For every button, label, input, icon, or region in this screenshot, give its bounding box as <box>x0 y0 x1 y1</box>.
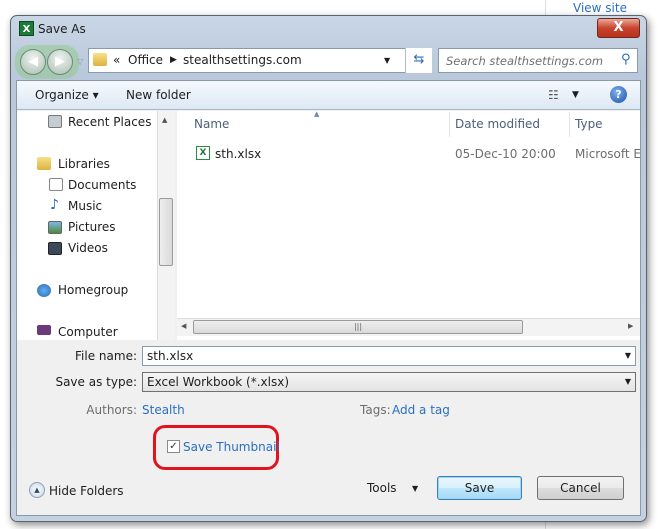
help-button[interactable]: ? <box>610 86 627 103</box>
music-icon: ♪ <box>50 197 59 213</box>
sidebar-item-libraries[interactable]: Libraries <box>58 157 110 171</box>
save-as-type-label: Save as type: <box>55 375 137 389</box>
dialog-title: Save As <box>38 22 86 36</box>
hide-folders-button[interactable]: Hide Folders <box>49 484 124 498</box>
view-dropdown-icon[interactable]: ▼ <box>572 90 579 100</box>
column-header-date-modified[interactable]: Date modified <box>455 117 540 131</box>
sidebar-item-homegroup[interactable]: Homegroup <box>58 283 128 297</box>
file-type-cell: Microsoft Ex <box>575 147 640 161</box>
breadcrumb-current[interactable]: stealthsettings.com <box>183 53 302 67</box>
tools-dropdown-icon[interactable]: ▼ <box>412 484 418 493</box>
chevron-up-icon[interactable]: ▲ <box>29 482 45 498</box>
back-button[interactable]: ◀ <box>20 49 46 75</box>
search-input[interactable]: Search stealthsettings.com <box>438 48 638 73</box>
file-name-input[interactable]: sth.xlsx ▼ <box>142 346 636 366</box>
view-site-link[interactable]: View site <box>573 1 627 15</box>
chevron-down-icon[interactable]: ▼ <box>625 351 631 360</box>
documents-icon <box>49 178 63 191</box>
file-date-cell: 05-Dec-10 20:00 <box>455 147 556 161</box>
column-header-type[interactable]: Type <box>575 117 603 131</box>
sidebar-item-music[interactable]: Music <box>68 199 102 213</box>
save-button[interactable]: Save <box>437 476 522 500</box>
file-name-cell[interactable]: sth.xlsx <box>215 147 261 161</box>
scroll-up-icon[interactable]: ▲ <box>162 116 167 124</box>
sort-ascending-icon: ▲ <box>314 110 320 118</box>
save-thumbnail-checkbox[interactable]: ✓ <box>167 440 180 453</box>
search-icon[interactable]: ⚲ <box>621 52 631 67</box>
scroll-left-icon[interactable]: ◀ <box>181 322 186 330</box>
breadcrumb-separator-icon[interactable]: ▶ <box>170 55 177 65</box>
file-name-label: File name: <box>75 349 137 363</box>
forward-button[interactable]: ▶ <box>47 49 73 75</box>
nav-pane-scroll-thumb[interactable] <box>159 198 173 266</box>
sidebar-item-documents[interactable]: Documents <box>68 178 136 192</box>
authors-field[interactable]: Stealth <box>142 403 185 417</box>
new-folder-button[interactable]: New folder <box>126 88 191 102</box>
breadcrumb-office[interactable]: Office <box>128 53 163 67</box>
save-thumbnail-label[interactable]: Save Thumbnail <box>183 440 280 454</box>
pictures-icon <box>48 221 62 234</box>
close-button[interactable]: X <box>597 18 640 38</box>
column-divider[interactable] <box>569 112 570 137</box>
address-dropdown-icon[interactable]: ▼ <box>384 56 390 65</box>
file-list-scroll-thumb[interactable]: ||| <box>193 320 523 334</box>
cancel-button[interactable]: Cancel <box>537 476 624 500</box>
excel-file-icon: X <box>196 146 210 160</box>
scroll-right-icon[interactable]: ▶ <box>628 322 633 330</box>
tools-button[interactable]: Tools <box>367 481 397 495</box>
save-as-type-select[interactable]: Excel Workbook (*.xlsx) ▼ <box>142 372 636 392</box>
column-header-name[interactable]: Name <box>194 117 229 131</box>
breadcrumb-overflow[interactable]: « <box>113 53 120 67</box>
sidebar-item-computer[interactable]: Computer <box>58 325 118 339</box>
refresh-button[interactable]: ⇆ <box>405 48 432 73</box>
recent-pages-dropdown[interactable]: ▽ <box>77 57 83 66</box>
computer-icon <box>37 325 51 335</box>
command-bar <box>17 81 640 110</box>
column-divider[interactable] <box>449 112 450 137</box>
recent-places-icon <box>48 115 62 128</box>
sidebar-item-videos[interactable]: Videos <box>68 241 108 255</box>
homegroup-icon <box>37 284 51 297</box>
file-name-value[interactable]: sth.xlsx <box>147 349 193 363</box>
excel-icon: X <box>19 21 34 36</box>
organize-button[interactable]: Organize ▾ <box>35 88 99 102</box>
videos-icon <box>48 242 62 255</box>
view-options-icon[interactable]: ☷ <box>548 88 559 102</box>
save-as-type-value: Excel Workbook (*.xlsx) <box>147 375 290 389</box>
libraries-icon <box>37 157 51 170</box>
authors-label: Authors: <box>86 403 137 417</box>
sidebar-item-pictures[interactable]: Pictures <box>68 220 116 234</box>
sidebar-item-recent-places[interactable]: Recent Places <box>68 115 151 129</box>
folder-icon <box>93 53 107 66</box>
tags-label: Tags: <box>360 403 391 417</box>
chevron-down-icon[interactable]: ▼ <box>625 377 631 386</box>
tags-field[interactable]: Add a tag <box>392 403 450 417</box>
